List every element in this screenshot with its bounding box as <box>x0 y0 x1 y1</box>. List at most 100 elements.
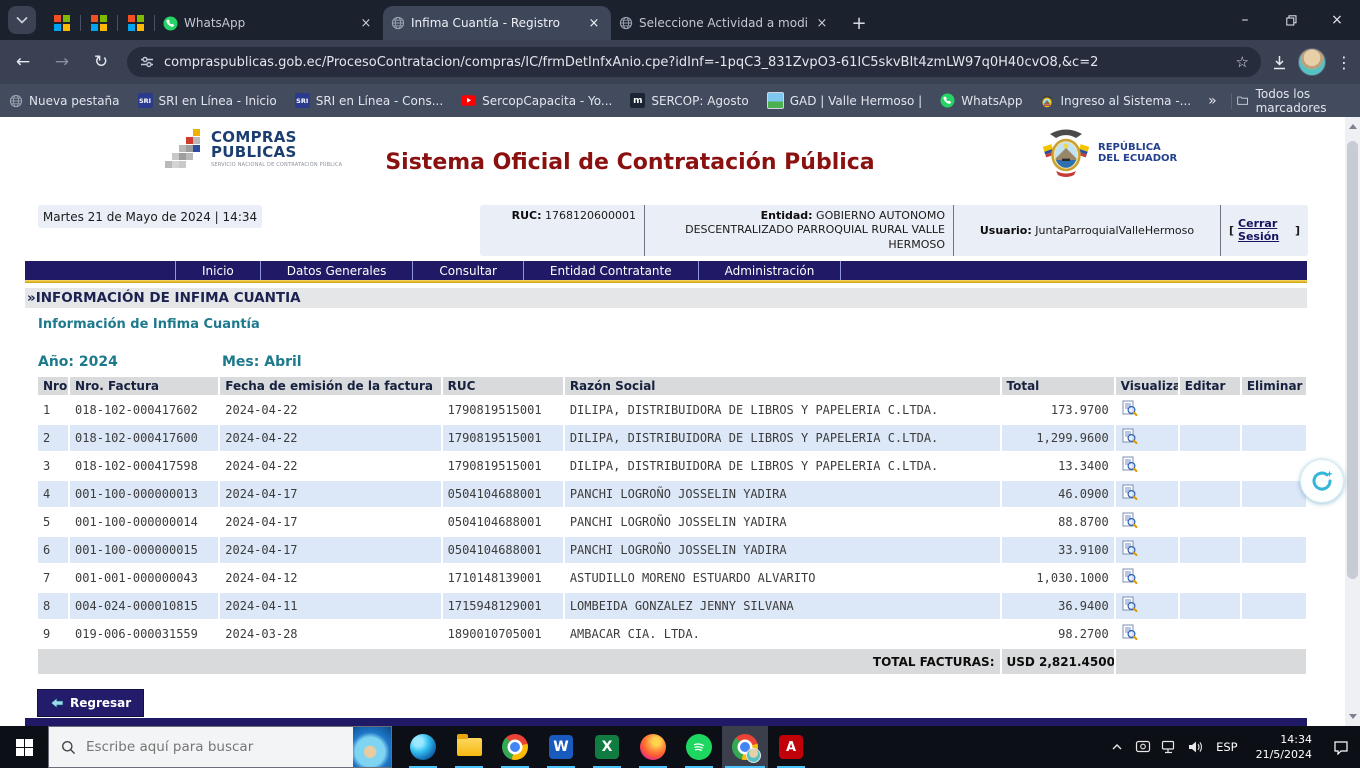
site-info-icon[interactable] <box>139 54 155 70</box>
cell-fecha: 2024-03-28 <box>220 621 440 647</box>
cell-ruc: 0504104688001 <box>443 537 563 563</box>
bookmark-label: SercopCapacita - Yo... <box>482 94 612 108</box>
restore-button[interactable] <box>1268 0 1314 40</box>
start-button[interactable] <box>0 726 48 768</box>
downloads-icon[interactable] <box>1271 54 1288 71</box>
tab-close-icon[interactable]: × <box>585 14 603 32</box>
visualizar-button[interactable] <box>1121 484 1138 504</box>
bookmark-item-3[interactable]: SRISRI en Línea - Cons... <box>295 93 443 108</box>
bookmark-item-6[interactable]: GAD | Valle Hermoso | <box>767 92 923 109</box>
volume-button[interactable] <box>1182 726 1208 768</box>
bookmark-item-8[interactable]: Ingreso al Sistema -... <box>1040 94 1191 108</box>
cell-ruc: 1890010705001 <box>443 621 563 647</box>
republic-text: REPÚBLICA DEL ECUADOR <box>1098 142 1177 165</box>
profile-avatar[interactable] <box>1298 48 1326 76</box>
year-label: Año: <box>38 354 74 370</box>
tray-app-button[interactable] <box>1130 726 1156 768</box>
scroll-up-arrow[interactable] <box>1345 119 1360 134</box>
bookmark-item-1[interactable]: Nueva pestaña <box>9 94 120 108</box>
taskbar-app-acrobat[interactable]: A <box>768 726 814 768</box>
bookmark-item-2[interactable]: SRISRI en Línea - Inicio <box>138 93 277 108</box>
network-button[interactable] <box>1156 726 1182 768</box>
pinned-tab[interactable] <box>44 6 80 40</box>
user-value: JuntaParroquialValleHermoso <box>1035 224 1194 237</box>
taskbar-app-firefox[interactable] <box>630 726 676 768</box>
edge-icon <box>410 734 436 760</box>
tab-close-icon[interactable]: × <box>357 14 375 32</box>
clock[interactable]: 14:34 21/5/2024 <box>1246 732 1322 763</box>
menu-item-administración[interactable]: Administración <box>698 261 842 280</box>
back-button[interactable]: ← <box>7 46 39 78</box>
forward-button[interactable]: → <box>46 46 78 78</box>
bookmark-item-7[interactable]: WhatsApp <box>940 93 1022 108</box>
visualizar-button[interactable] <box>1121 624 1138 644</box>
taskbar-app-spotify[interactable] <box>676 726 722 768</box>
visualizar-button[interactable] <box>1121 400 1138 420</box>
cell-razon-social: AMBACAR CIA. LTDA. <box>565 621 1000 647</box>
new-tab-button[interactable]: + <box>845 9 873 37</box>
all-bookmarks-button[interactable]: Todos los marcadores <box>1237 87 1346 115</box>
page-content: COMPRAS PUBLICAS SERVICIO NACIONAL DE CO… <box>0 117 1360 726</box>
reload-button[interactable]: ↻ <box>85 46 117 78</box>
tray-chevron-button[interactable] <box>1104 726 1130 768</box>
tab-search-button[interactable] <box>8 6 36 34</box>
scroll-down-arrow[interactable] <box>1345 709 1360 724</box>
browser-menu-icon[interactable]: ⋮ <box>1336 53 1352 72</box>
republic-line2: DEL ECUADOR <box>1098 153 1177 165</box>
logout-link[interactable]: Cerrar Sesión <box>1238 217 1291 243</box>
taskbar-app-word[interactable]: W <box>538 726 584 768</box>
tray-app-icon <box>1135 740 1151 754</box>
taskbar-app-chrome[interactable] <box>492 726 538 768</box>
tab-close-icon[interactable]: × <box>813 14 831 32</box>
cell-total: 1,030.1000 <box>1002 565 1114 591</box>
taskbar-search[interactable] <box>48 726 392 768</box>
bookmark-item-5[interactable]: mSERCOP: Agosto <box>630 93 748 108</box>
address-bar[interactable]: compraspublicas.gob.ec/ProcesoContrataci… <box>127 47 1261 77</box>
pinned-tab[interactable] <box>118 6 154 40</box>
page-footer-bar <box>25 718 1307 726</box>
bookmark-item-4[interactable]: SercopCapacita - Yo... <box>461 94 612 108</box>
browser-tab-1[interactable]: WhatsApp× <box>155 6 383 40</box>
cell-visualizar <box>1116 481 1178 507</box>
menu-item-datos-generales[interactable]: Datos Generales <box>260 261 413 280</box>
file-explorer-icon <box>457 738 482 756</box>
browser-tab-3[interactable]: Seleccione Actividad a modifica× <box>611 6 839 40</box>
language-indicator[interactable]: ESP <box>1208 740 1246 754</box>
menu-item-consultar[interactable]: Consultar <box>412 261 523 280</box>
column-header-eliminar: Eliminar <box>1242 377 1306 395</box>
bookmark-star-icon[interactable]: ☆ <box>1236 53 1249 71</box>
close-window-button[interactable]: × <box>1314 0 1360 40</box>
visualizar-button[interactable] <box>1121 512 1138 532</box>
search-highlight-image[interactable] <box>353 727 391 767</box>
clock-date: 21/5/2024 <box>1256 747 1312 762</box>
action-center-button[interactable] <box>1322 726 1360 768</box>
menu-item-entidad-contratante[interactable]: Entidad Contratante <box>523 261 698 280</box>
cell-razon-social: PANCHI LOGROÑO JOSSELIN YADIRA <box>565 509 1000 535</box>
visualizar-button[interactable] <box>1121 456 1138 476</box>
notification-icon <box>1333 740 1349 755</box>
taskbar-app-explorer[interactable] <box>446 726 492 768</box>
column-header-fecha-de-emisi-n-de-la-factura: Fecha de emisión de la factura <box>220 377 440 395</box>
taskbar-app-excel[interactable]: X <box>584 726 630 768</box>
menu-item-inicio[interactable]: Inicio <box>175 261 260 280</box>
taskbar-app-chrome-profile[interactable] <box>722 726 768 768</box>
visualizar-button[interactable] <box>1121 428 1138 448</box>
cell-ruc: 1790819515001 <box>443 397 563 423</box>
visualizar-button[interactable] <box>1121 596 1138 616</box>
scrollbar-thumb[interactable] <box>1347 141 1358 579</box>
floating-widget[interactable] <box>1300 459 1344 503</box>
logout-prefix: [ <box>1229 224 1234 237</box>
bookmarks-overflow-button[interactable]: » <box>1208 93 1217 109</box>
page-title: Sistema Oficial de Contratación Pública <box>300 150 960 175</box>
search-input[interactable] <box>84 738 353 756</box>
visualizar-button[interactable] <box>1121 540 1138 560</box>
chevron-down-icon <box>16 16 28 24</box>
visualizar-button[interactable] <box>1121 568 1138 588</box>
pinned-tab[interactable] <box>81 6 117 40</box>
browser-tab-2[interactable]: Infima Cuantía - Registro× <box>383 6 611 40</box>
page-scrollbar[interactable] <box>1345 117 1360 726</box>
minimize-button[interactable]: – <box>1222 0 1268 40</box>
taskbar-app-edge[interactable] <box>400 726 446 768</box>
back-arrow-icon <box>50 697 64 709</box>
back-button[interactable]: Regresar <box>37 689 144 717</box>
